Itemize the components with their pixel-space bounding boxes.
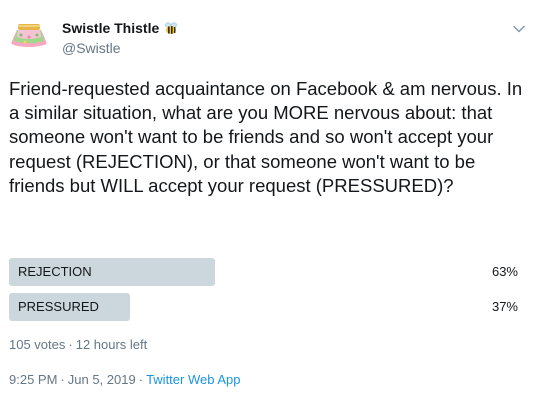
avatar[interactable] [9,14,49,54]
poll-option-percent: 63% [491,264,518,279]
tweet-time[interactable]: 9:25 PM [9,372,57,387]
poll-meta: 105 votes · 12 hours left [9,337,147,353]
tweet-text: Friend-requested acquaintance on Faceboo… [9,78,523,196]
chevron-down-icon[interactable] [512,22,526,36]
meta-separator: · [60,372,65,387]
poll-vote-count: 105 votes [9,337,66,352]
author-display-name[interactable]: Swistle Thistle [62,19,179,37]
tweet-timestamp: 9:25 PM · Jun 5, 2019 · Twitter Web App [9,372,240,388]
poll-option-pressured: PRESSURED 37% [9,293,521,321]
tweet-card: Swistle Thistle @Swistle Friend-requeste… [0,0,538,400]
poll-option-label: REJECTION [18,264,92,279]
author-handle[interactable]: @Swistle [62,39,121,57]
meta-separator: · [138,372,144,387]
poll-time-left: 12 hours left [75,337,148,352]
tutu-skirt-avatar-icon [9,14,49,54]
tweet-date[interactable]: Jun 5, 2019 [68,372,136,387]
meta-separator: · [68,337,73,352]
bee-emoji-icon [163,20,179,36]
poll-option-percent: 37% [491,299,518,314]
tweet-source-link[interactable]: Twitter Web App [146,372,240,387]
poll: REJECTION 63% PRESSURED 37% [9,258,521,328]
poll-option-rejection: REJECTION 63% [9,258,521,286]
poll-option-label: PRESSURED [18,299,99,314]
display-name-text: Swistle Thistle [62,20,160,36]
